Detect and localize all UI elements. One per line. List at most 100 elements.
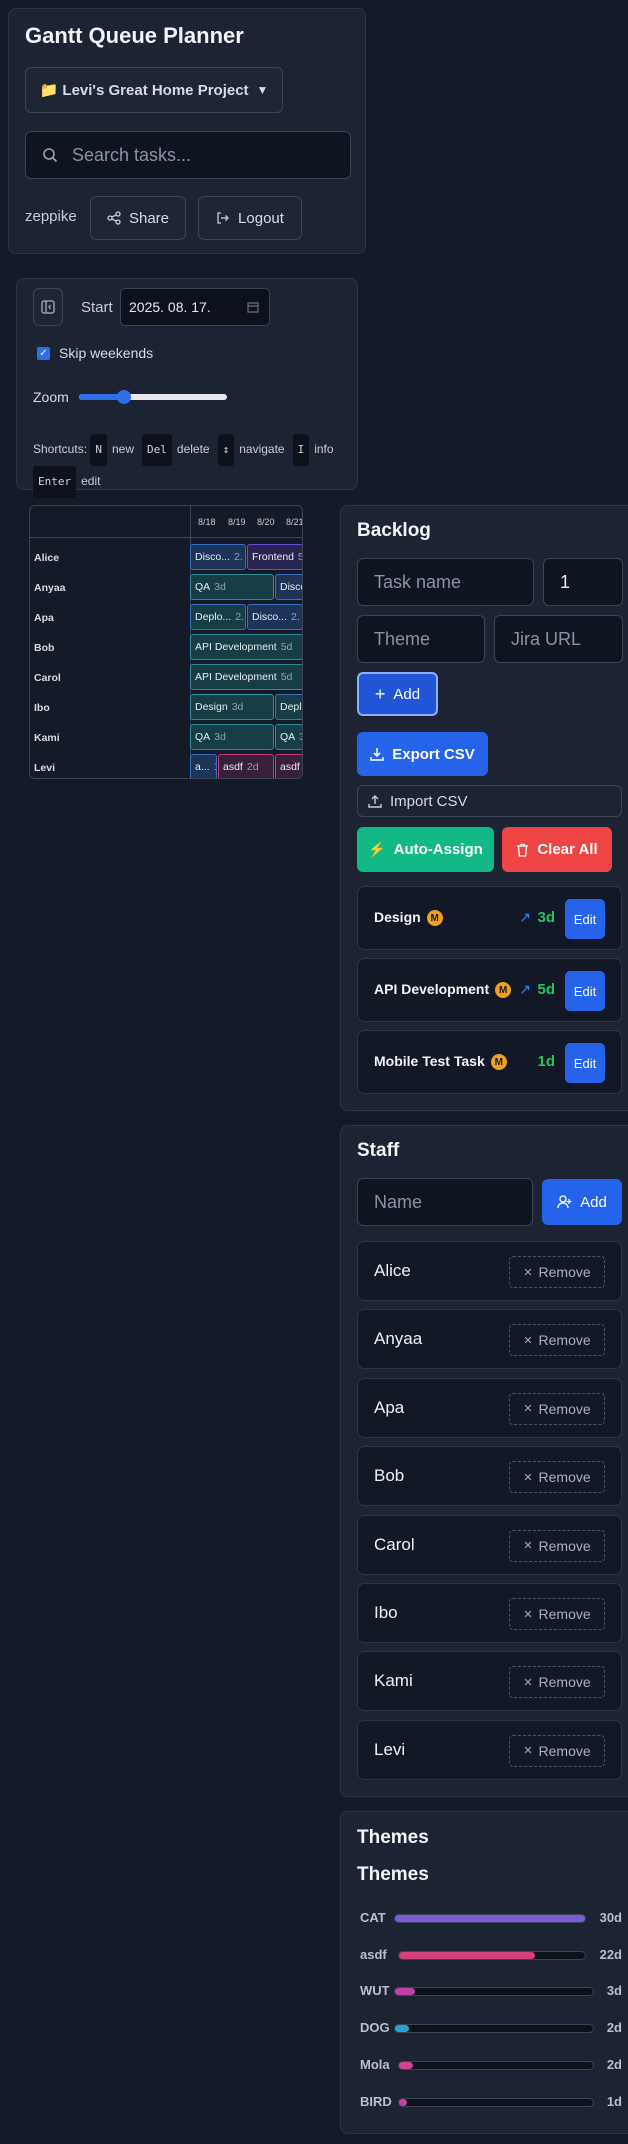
collapse-sidebar-button[interactable]	[33, 288, 63, 326]
backlog-item-title: API Development	[374, 981, 490, 997]
theme-row: DOG 2d	[360, 2018, 622, 2038]
app-title: Gantt Queue Planner	[25, 23, 244, 48]
close-icon: ✕	[523, 1608, 533, 1621]
add-task-button[interactable]: + Add	[357, 672, 438, 716]
remove-staff-button[interactable]: ✕ Remove	[509, 1734, 605, 1767]
remove-staff-button[interactable]: ✕ Remove	[509, 1529, 605, 1562]
staff-name: Levi	[374, 1739, 406, 1759]
staff-row: Carol ✕ Remove	[357, 1514, 622, 1575]
shortcut-key: Del	[142, 434, 172, 466]
theme-progress-fill	[395, 2025, 409, 2033]
theme-value: 30d	[599, 1910, 622, 1925]
theme-value: 2d	[606, 2020, 622, 2036]
close-icon: ✕	[523, 1266, 533, 1279]
gantt-task-bar[interactable]: Design 3d	[190, 694, 274, 720]
jira-url-input[interactable]: Jira URL	[494, 615, 623, 663]
gantt-date-header: 8/21	[286, 517, 303, 527]
gantt-task-bar[interactable]: Deplo... 2.	[190, 604, 246, 630]
zoom-slider[interactable]	[79, 390, 227, 404]
clear-all-button[interactable]: Clear All	[502, 827, 612, 872]
zoom-thumb[interactable]	[117, 390, 131, 404]
gantt-task-bar[interactable]: Deplo	[275, 694, 302, 720]
gantt-task-duration: 1	[214, 761, 216, 773]
gantt-task-label: Deplo	[280, 701, 302, 713]
export-csv-button[interactable]: Export CSV	[357, 732, 488, 776]
gantt-task-bar[interactable]: API Development 5d	[190, 664, 302, 690]
start-date-input[interactable]: 2025. 08. 17.	[120, 288, 270, 326]
gantt-task-duration: 2d	[246, 761, 259, 773]
sidebar-toggle-icon	[41, 300, 55, 314]
logout-button[interactable]: Logout	[198, 196, 302, 240]
add-staff-button[interactable]: Add	[542, 1179, 622, 1225]
gantt-task-bar[interactable]: asdf 2d	[218, 754, 274, 778]
gantt-task-bar[interactable]: a... 1	[190, 754, 217, 778]
remove-label: Remove	[538, 1674, 591, 1691]
theme-placeholder: Theme	[374, 628, 431, 649]
staff-name: Alice	[374, 1261, 411, 1280]
gantt-task-bar[interactable]: Disco	[275, 574, 302, 600]
shortcut-key: N	[90, 434, 107, 466]
task-quantity-input[interactable]: 1	[543, 558, 623, 606]
remove-staff-button[interactable]: ✕ Remove	[509, 1461, 605, 1494]
gantt-task-label: asdf	[223, 761, 243, 773]
trash-icon	[517, 843, 529, 857]
backlog-item-name: Design M	[374, 909, 443, 927]
auto-assign-label: Auto-Assign	[393, 841, 483, 858]
staff-name-input[interactable]: Name	[357, 1178, 533, 1226]
gantt-task-bar[interactable]: Disco... 2.	[190, 544, 246, 570]
gantt-task-bar[interactable]: QA3d	[190, 724, 274, 750]
backlog-item[interactable]: Design M ↗ 3d Edit	[357, 886, 622, 950]
staff-row: Apa ✕ Remove	[357, 1377, 622, 1438]
theme-value: 2d	[606, 2056, 622, 2072]
skip-weekends-checkbox[interactable]: ✓	[37, 347, 50, 360]
remove-staff-button[interactable]: ✕ Remove	[509, 1324, 605, 1357]
close-icon: ✕	[523, 1676, 533, 1689]
edit-button[interactable]: Edit	[565, 1043, 605, 1083]
theme-row: asdf 22d	[360, 1945, 622, 1965]
project-selector[interactable]: 📁 Levi's Great Home Project ▼	[25, 67, 283, 113]
gantt-task-bar[interactable]: Frontend5d	[247, 544, 302, 570]
staff-name: Kami	[374, 1671, 413, 1691]
theme-progress-track	[398, 2060, 594, 2070]
remove-staff-button[interactable]: ✕ Remove	[509, 1256, 605, 1288]
gantt-task-duration: 5d	[280, 641, 293, 653]
edit-button[interactable]: Edit	[565, 899, 605, 939]
backlog-item[interactable]: Mobile Test Task M 1d Edit	[357, 1030, 622, 1094]
search-input[interactable]: Search tasks...	[25, 131, 351, 179]
shortcut-desc: info	[314, 442, 334, 456]
backlog-item[interactable]: API Development M ↗ 5d Edit	[357, 958, 622, 1022]
staff-name: Carol	[374, 1534, 415, 1554]
themes-subtitle: Themes	[357, 1864, 429, 1885]
task-name-input[interactable]: Task name	[357, 558, 534, 606]
remove-staff-button[interactable]: ✕ Remove	[509, 1666, 605, 1699]
gantt-task-duration: 5d	[298, 551, 302, 563]
theme-row: BIRD 1d	[360, 2092, 622, 2112]
edit-button[interactable]: Edit	[565, 971, 605, 1011]
gantt-chart: 8/18 8/19 8/20 8/21 Alice Disco... 2. Frontend…	[29, 505, 303, 779]
staff-title: Staff	[357, 1140, 400, 1161]
gantt-task-bar[interactable]: API Development 5d	[190, 634, 302, 660]
gantt-task-bar[interactable]: asdf	[275, 754, 302, 778]
remove-label: Remove	[538, 1742, 591, 1759]
share-button[interactable]: Share	[90, 196, 186, 240]
auto-assign-button[interactable]: ⚡ Auto-Assign	[357, 827, 494, 872]
task-quantity-value: 1	[560, 571, 571, 592]
header-panel: Gantt Queue Planner 📁 Levi's Great Home …	[8, 8, 366, 254]
gantt-task-bar[interactable]: QA3d	[190, 574, 274, 600]
theme-progress-track	[398, 2097, 594, 2107]
add-staff-label: Add	[580, 1193, 607, 1211]
theme-name: asdf	[360, 1946, 387, 1962]
close-icon: ✕	[523, 1540, 533, 1553]
gantt-task-bar[interactable]: Disco... 2.	[247, 604, 302, 630]
remove-staff-button[interactable]: ✕ Remove	[509, 1598, 605, 1630]
remove-staff-button[interactable]: ✕ Remove	[509, 1392, 605, 1425]
theme-input[interactable]: Theme	[357, 615, 485, 663]
remove-label: Remove	[538, 1537, 591, 1554]
gantt-task-bar[interactable]: QA3d	[275, 724, 302, 750]
themes-title: Themes	[357, 1827, 429, 1848]
import-csv-button[interactable]: Import CSV	[357, 785, 622, 817]
zoom-label: Zoom	[33, 389, 69, 405]
shortcut-desc: delete	[176, 442, 210, 456]
gantt-row-name: Anyaa	[34, 582, 66, 594]
remove-label: Remove	[538, 1606, 591, 1622]
